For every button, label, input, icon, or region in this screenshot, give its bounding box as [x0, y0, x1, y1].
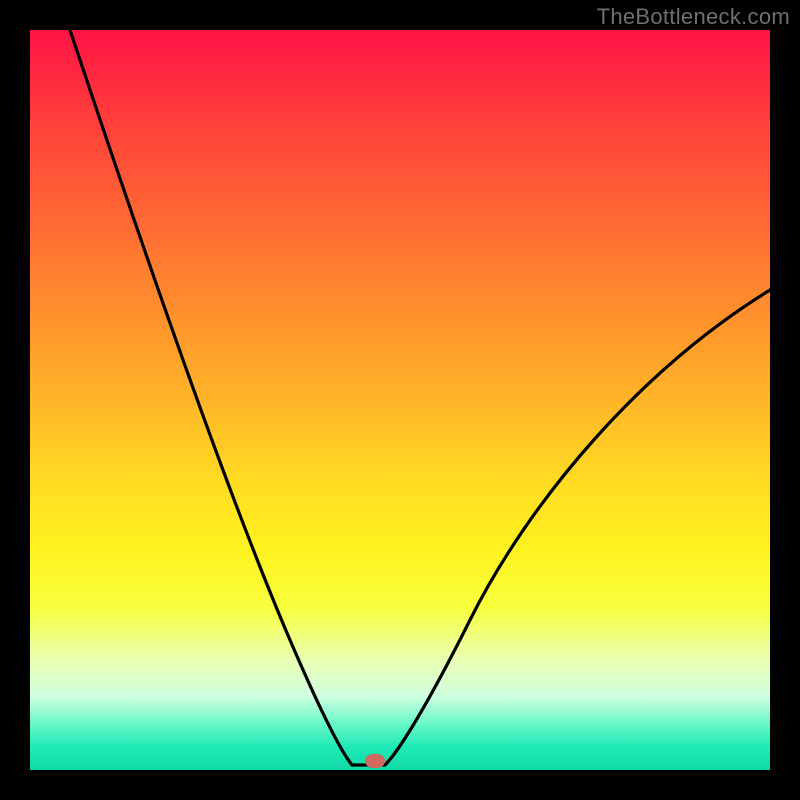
watermark-text: TheBottleneck.com: [597, 4, 790, 30]
plot-area: [30, 30, 770, 770]
bottleneck-curve: [30, 30, 770, 770]
chart-frame: TheBottleneck.com: [0, 0, 800, 800]
optimal-point-marker: [365, 754, 385, 768]
curve-path: [70, 30, 770, 765]
